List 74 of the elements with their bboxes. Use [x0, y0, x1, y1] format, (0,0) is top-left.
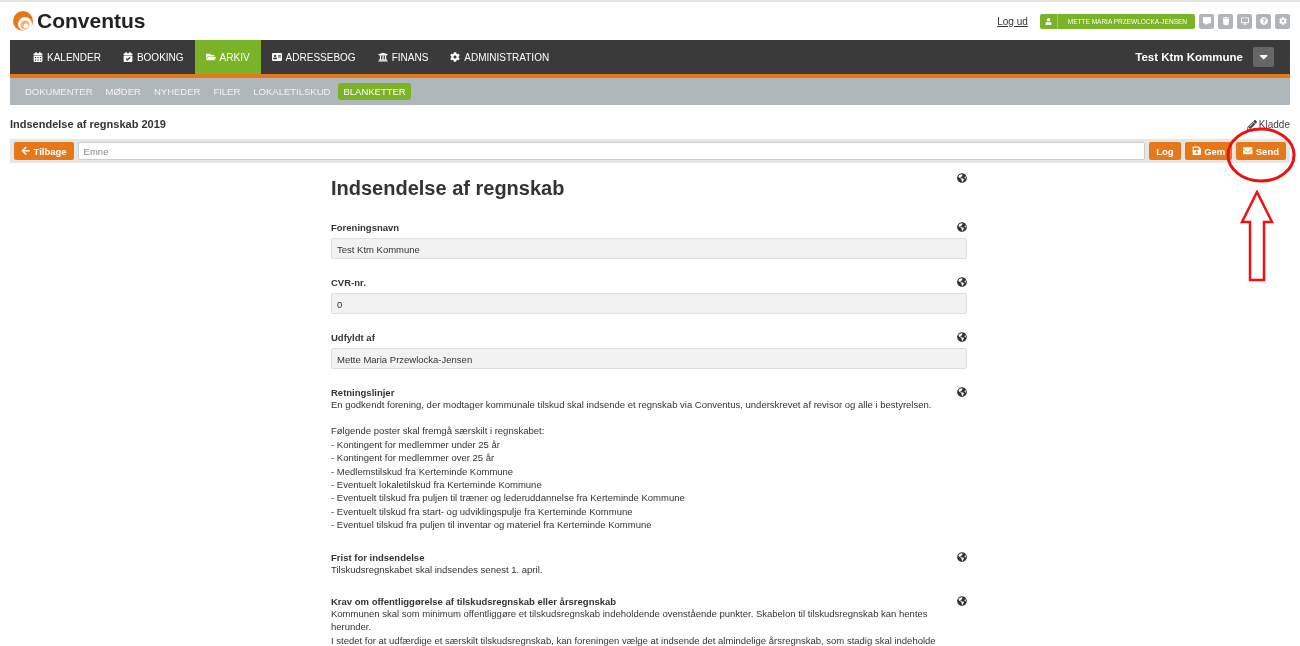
nav-tab[interactable]: KALENDER [22, 40, 112, 74]
calendar-check-icon [122, 52, 133, 62]
logo-icon [12, 10, 34, 32]
trash-button[interactable] [1218, 13, 1233, 29]
user-icon [1044, 17, 1052, 25]
help-button[interactable] [1256, 13, 1271, 29]
subnav-tab[interactable]: DOKUMENTER [20, 83, 98, 100]
nav-tab[interactable]: ARKIV [194, 40, 261, 74]
section-label: Foreningsnavn [331, 222, 400, 233]
form-heading: Indsendelse af regnskab [331, 177, 565, 200]
globe-icon [957, 332, 967, 342]
envelope-icon [1243, 146, 1253, 156]
chat-icon [1202, 17, 1211, 25]
arrow-left-icon [21, 146, 31, 156]
subnav-tab[interactable]: FILER [208, 83, 246, 100]
subnav-tab[interactable]: MØDER [100, 83, 146, 100]
body-text: - Kontingent for medlemmer over 25 år [331, 451, 496, 465]
body-text: - Medlemstilskud fra Kerteminde Kommune [331, 464, 515, 479]
status-text: Kladde [1258, 119, 1290, 130]
nav-tab[interactable]: BOOKING [111, 40, 195, 74]
globe-icon [957, 277, 967, 287]
body-text: - Kontingent for medlemmer under 25 år [331, 437, 501, 452]
bank-icon [377, 52, 388, 62]
help-icon [1259, 17, 1268, 25]
annotation-circle [1226, 127, 1296, 183]
readonly-field[interactable]: 0 [331, 293, 967, 314]
trash-icon [1221, 17, 1230, 25]
pencil-icon [1246, 119, 1257, 130]
page-title: Indsendelse af regnskab 2019 [10, 118, 166, 130]
section-label: Udfyldt af [331, 332, 375, 343]
back-button[interactable]: Tilbage [14, 142, 74, 160]
monitor-icon [1240, 17, 1249, 25]
subnav-tab[interactable]: LOKALETILSKUD [248, 83, 336, 100]
screen-button[interactable] [1237, 13, 1252, 29]
globe-icon [957, 222, 967, 232]
contact-card-icon [271, 52, 282, 62]
nav-tab[interactable]: ADRESSEBOG [260, 40, 367, 74]
subject-field[interactable]: Emne [77, 142, 1146, 160]
body-text: - Eventuelt tilskud fra start- og udviklingspulje fra Kerteminde Kommune [331, 504, 634, 519]
save-button[interactable]: Gem [1184, 142, 1233, 160]
send-button[interactable]: Send [1236, 142, 1286, 160]
body-text: - Eventuelt tilskud fra puljen til træner og lederuddannelse fra Kerteminde Kommune [331, 491, 686, 505]
body-text: I stedet for at udfærdige et særskilt tilskudsregnskab, kan foreningen vælge at indsende det almindelige årsregnskab, som stadig skal indeholde [331, 633, 937, 646]
globe-icon [957, 387, 967, 397]
settings-icon [1278, 17, 1287, 25]
globe-icon [957, 551, 967, 562]
folder-icon [205, 52, 216, 62]
section-label: Retningslinjer [331, 387, 395, 398]
globe-icon [957, 596, 967, 607]
body-text: En godkendt forening, der modtager kommunale tilskud skal indsende et regnskab via Conventus, underskrevet af revisor og alle i bestyrelsen. [331, 398, 933, 412]
globe-icon [957, 173, 967, 183]
organization-name: Test Ktm Kommune [1135, 51, 1243, 63]
body-text: Tilskudsregnskabet skal indsendes senest 1. april. [331, 562, 544, 577]
body-text: Kommunen skal som minimum offentliggøre et tilskudsregnskab indeholdende ovenstående punkter. Skabelon til tilskudsregnskab kan hentes herunder. [331, 607, 929, 634]
nav-tab[interactable]: FINANS [366, 40, 440, 74]
subnav-tab[interactable]: NYHEDER [148, 83, 206, 100]
section-label: Frist for indsendelse [331, 551, 425, 563]
nav-tab[interactable]: ADMINISTRATION [439, 40, 561, 74]
gear-icon [450, 52, 461, 62]
section-label: CVR-nr. [331, 277, 366, 288]
chat-button[interactable] [1199, 13, 1214, 29]
log-button[interactable]: Log [1149, 142, 1181, 160]
dropdown-button[interactable] [1253, 47, 1274, 67]
readonly-field[interactable]: Mette Maria Przewlocka-Jensen [331, 348, 967, 369]
settings-button[interactable] [1275, 13, 1290, 29]
body-text: - Eventuel tilskud fra puljen til inventar og materiel fra Kerteminde Kommune [331, 518, 653, 532]
section-label: Krav om offentliggørelse af tilskudsregnskab eller årsregnskab [331, 596, 617, 608]
readonly-field[interactable]: Test Ktm Kommune [331, 238, 967, 259]
subnav-tab[interactable]: BLANKETTER [338, 83, 411, 100]
calendar-icon [33, 52, 43, 62]
logout-link[interactable]: Log ud [997, 15, 1028, 27]
logo-text: Conventus [37, 9, 146, 33]
body-text: - Eventuelt lokaletilskud fra Kerteminde Kommune [331, 478, 543, 492]
body-text: Følgende poster skal fremgå særskilt i regnskabet: [331, 424, 546, 438]
